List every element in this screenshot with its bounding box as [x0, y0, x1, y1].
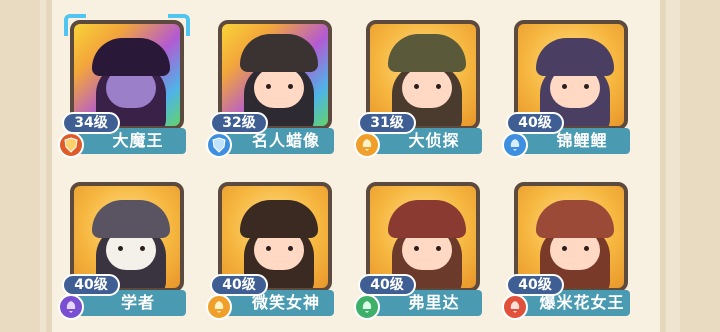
character-card-4[interactable]: 学者 40级: [58, 176, 192, 324]
character-hair: [536, 200, 614, 238]
character-hair: [536, 38, 614, 76]
level-badge: 32级: [210, 112, 268, 134]
level-badge: 40级: [210, 274, 268, 296]
level-badge: 40级: [62, 274, 120, 296]
level-badge: 34级: [62, 112, 120, 134]
character-card-1[interactable]: 名人蜡像 32级: [206, 14, 340, 162]
character-hair: [240, 200, 318, 238]
character-hair: [92, 200, 170, 238]
shield-icon: [206, 132, 232, 158]
bell-icon: [206, 294, 232, 320]
bell-icon: [354, 132, 380, 158]
level-badge: 40级: [358, 274, 416, 296]
level-badge: 40级: [506, 274, 564, 296]
bell-icon: [354, 294, 380, 320]
character-card-5[interactable]: 微笑女神 40级: [206, 176, 340, 324]
character-card-6[interactable]: 弗里达 40级: [354, 176, 488, 324]
character-card-7[interactable]: 爆米花女王 40级: [502, 176, 636, 324]
level-badge: 31级: [358, 112, 416, 134]
character-hat: [388, 34, 466, 72]
character-card-2[interactable]: 大侦探 31级: [354, 14, 488, 162]
character-headscarf: [388, 200, 466, 238]
character-card-3[interactable]: 锦鲤鲤 40级: [502, 14, 636, 162]
bell-icon: [58, 294, 84, 320]
character-face: [402, 68, 452, 108]
right-edge-strip: [680, 0, 720, 332]
character-face: [254, 68, 304, 108]
bell-icon: [502, 294, 528, 320]
character-card-0[interactable]: 大魔王 34级: [58, 14, 192, 162]
character-grid-panel: 大魔王 34级 名人蜡像 32级 大侦探 31级 锦鲤鲤 40级 学者 40级 …: [46, 0, 666, 332]
shield-icon: [58, 132, 84, 158]
level-badge: 40级: [506, 112, 564, 134]
left-edge-strip: [0, 0, 40, 332]
character-hat: [240, 34, 318, 72]
bell-icon: [502, 132, 528, 158]
